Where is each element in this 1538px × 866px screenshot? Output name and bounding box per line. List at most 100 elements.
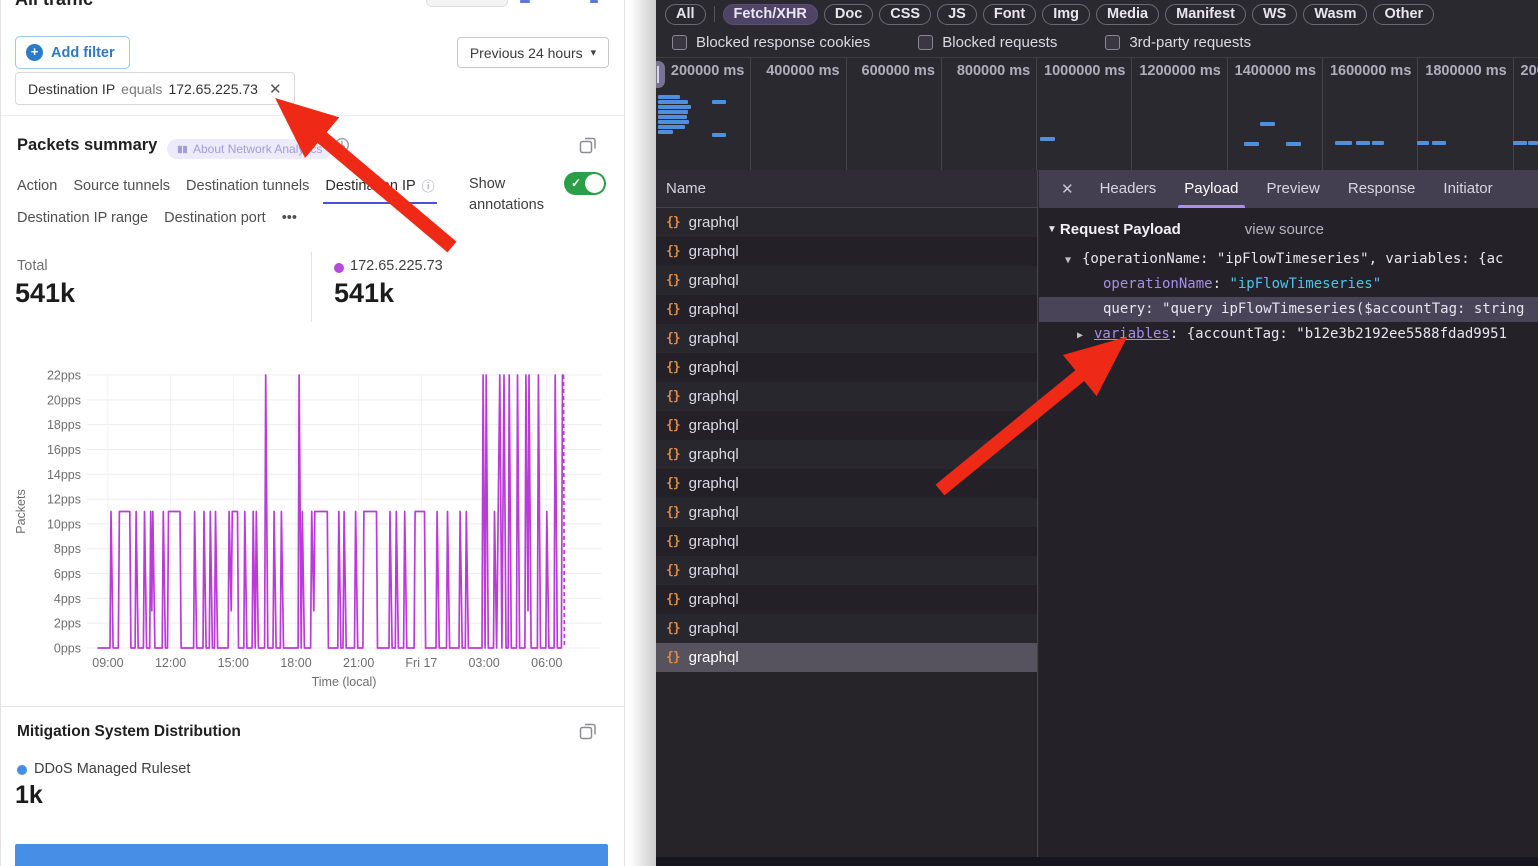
request-row[interactable]: {}graphql [656,498,1037,527]
request-row[interactable]: {} graphql [656,585,1037,614]
tab-destination-ip-range[interactable]: Destination IP range [17,210,148,235]
json-braces-icon: {} [666,592,680,607]
filter-chip-value: 172.65.225.73 [168,81,258,97]
request-row[interactable]: {}graphql [656,643,1037,672]
filter-pill-css[interactable]: CSS [879,4,931,25]
packets-line-dashed-tail [564,375,565,648]
request-row[interactable]: {}graphql [656,295,1037,324]
tab-[interactable]: ••• [282,210,297,235]
payload-token-p: : [1170,326,1187,342]
checkbox-3rd-party-requests[interactable]: 3rd-party requests [1105,34,1251,51]
request-row[interactable]: {}graphql [656,411,1037,440]
request-timing-mark [658,130,673,134]
filter-pill-wasm[interactable]: Wasm [1303,4,1367,25]
request-timing-mark [1528,141,1538,145]
timeline-tick-label: 1200000 ms [1139,63,1220,79]
request-name: graphql [689,359,739,376]
payload-line[interactable]: ▶variables: {accountTag: "b12e3b2192ee55… [1039,322,1538,347]
tab-destination-tunnels[interactable]: Destination tunnels [186,176,309,204]
filter-pill-img[interactable]: Img [1042,4,1090,25]
request-row[interactable]: {}graphql [656,382,1037,411]
packets-tabs-row1: Action Source tunnels Destination tunnels D… [17,176,435,204]
timeline-tick-label: 200000 ms [671,63,744,79]
tab-destination-ip[interactable]: Destination IPⓘ [325,176,434,204]
add-filter-button[interactable]: + Add filter [15,36,130,69]
request-row[interactable]: {}graphql [656,266,1037,295]
filter-chip[interactable]: Destination IP equals 172.65.225.73 ✕ [15,72,295,105]
tab-source-tunnels[interactable]: Source tunnels [73,176,170,204]
card-border [624,0,625,866]
filter-pill-ws[interactable]: WS [1252,4,1297,25]
payload-line[interactable]: ▼{operationName: "ipFlowTimeseries", var… [1039,247,1538,272]
payload-line[interactable]: operationName: "ipFlowTimeseries" [1039,272,1538,297]
tab-payload[interactable]: Payload [1170,170,1252,208]
request-name: graphql [689,446,739,463]
name-column-header[interactable]: Name [656,170,1037,208]
request-row[interactable]: {}graphql [656,208,1037,237]
filter-pill-other[interactable]: Other [1373,4,1434,25]
timeline-drag-handle[interactable] [656,61,665,88]
request-row[interactable]: {}graphql [656,353,1037,382]
network-overview-timeline[interactable]: 200000 ms400000 ms600000 ms800000 ms1000… [656,58,1538,171]
close-icon[interactable]: ✕ [1049,180,1086,198]
tab-initiator[interactable]: Initiator [1429,170,1506,208]
requests-column: Name {}graphql{}graphql{}graphql{}graphq… [656,170,1038,866]
devtools-edge-shadow [630,0,656,866]
view-source-link[interactable]: view source [1245,221,1324,238]
checkbox-blocked-response-cookies[interactable]: Blocked response cookies [672,34,870,51]
packets-chart: 0pps2pps4pps6pps8pps10pps12pps14pps16pps… [1,355,625,705]
timeline-tick-label: 800000 ms [957,63,1030,79]
toggle-knob [585,174,604,193]
request-row[interactable]: {}graphql [656,440,1037,469]
show-annotations-toggle[interactable]: ✓ [564,172,606,195]
filter-pill-manifest[interactable]: Manifest [1165,4,1246,25]
remove-filter-icon[interactable]: ✕ [269,80,282,98]
request-payload-header[interactable]: ▼ Request Payload view source [1039,208,1538,247]
request-payload-title: Request Payload [1060,221,1181,238]
payload-tree: ▼{operationName: "ipFlowTimeseries", var… [1039,247,1538,347]
checkbox-blocked-requests[interactable]: Blocked requests [918,34,1057,51]
request-row[interactable]: {}graphql [656,527,1037,556]
filter-pill-all[interactable]: All [665,4,706,25]
request-name: graphql [689,591,739,608]
filter-pill-fetch-xhr[interactable]: Fetch/XHR [723,4,818,25]
tab-destination-port[interactable]: Destination port [164,210,266,235]
request-row[interactable]: {}graphql [656,556,1037,585]
disclosure-triangle-icon[interactable]: ▶ [1077,323,1094,347]
tab-headers[interactable]: Headers [1086,170,1171,208]
clock-icon[interactable] [334,137,350,153]
request-row[interactable]: {}graphql [656,324,1037,353]
request-row[interactable]: {}graphql [656,469,1037,498]
request-row[interactable]: {}graphql [656,614,1037,643]
filter-pill-media[interactable]: Media [1096,4,1159,25]
about-network-analytics-badge[interactable]: About Network Analytics [167,139,332,159]
time-range-dropdown[interactable]: Previous 24 hours ▾ [457,37,609,68]
expand-card-icon[interactable] [579,722,597,740]
checkbox-icon[interactable] [672,35,687,50]
request-timing-mark [658,95,680,99]
tab-label: Source tunnels [73,178,170,194]
pill-separator [714,6,715,22]
timeline-tick-label: 1800000 ms [1425,63,1506,79]
disclosure-triangle-icon[interactable]: ▼ [1065,248,1082,272]
tab-action[interactable]: Action [17,176,57,204]
json-braces-icon: {} [666,650,680,665]
payload-line[interactable]: query: "query ipFlowTimeseries($accountT… [1039,297,1538,322]
disclosure-triangle-icon[interactable]: ▼ [1047,224,1057,235]
checkbox-icon[interactable] [1105,35,1120,50]
json-braces-icon: {} [666,563,680,578]
payload-token-p: query [1103,301,1145,317]
x-tick-label: 15:00 [218,656,249,670]
filter-pill-doc[interactable]: Doc [824,4,873,25]
request-name: graphql [689,330,739,347]
tab-preview[interactable]: Preview [1253,170,1334,208]
filter-pill-js[interactable]: JS [937,4,977,25]
request-row[interactable]: {}graphql [656,237,1037,266]
tab-response[interactable]: Response [1334,170,1430,208]
timeline-cell: 600000 ms [847,58,942,170]
info-icon[interactable]: ⓘ [422,176,435,195]
request-timing-mark [658,110,688,114]
checkbox-icon[interactable] [918,35,933,50]
filter-pill-font[interactable]: Font [983,4,1036,25]
expand-card-icon[interactable] [579,136,597,154]
